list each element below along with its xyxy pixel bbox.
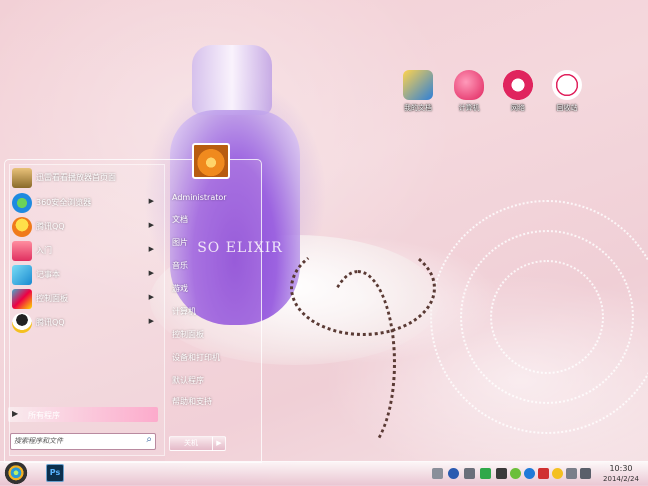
getting-started-icon (12, 241, 32, 261)
places-item-user[interactable]: Administrator (172, 193, 227, 202)
perfume-bottle-neck (192, 45, 272, 115)
clock-date: 2014/2/24 (603, 475, 639, 483)
program-label: 腾讯QQ (36, 318, 65, 327)
desktop-icon-label: 回收站 (556, 104, 578, 112)
program-item[interactable]: 迅雷看看播放器首页面 (10, 167, 158, 189)
desktop-icon-computer[interactable]: 计算机 (449, 70, 489, 113)
places-item-pictures[interactable]: 图片 (172, 237, 188, 248)
places-item-devices-printers[interactable]: 设备和打印机 (172, 352, 220, 363)
search-icon[interactable]: ⌕ (146, 434, 152, 445)
keyboard-tray-icon[interactable] (432, 468, 443, 479)
network-heart-icon (503, 70, 533, 100)
display-tray-icon[interactable] (566, 468, 577, 479)
security-tray-icon[interactable] (510, 468, 521, 479)
media-player-icon (12, 168, 32, 188)
submenu-arrow-icon[interactable]: ▶ (149, 293, 154, 301)
submenu-arrow-icon[interactable]: ▶ (149, 221, 154, 229)
search-box[interactable]: ⌕ (10, 433, 156, 450)
shutdown-options-button[interactable]: ▶ (212, 436, 226, 451)
desktop-icon-label: 网络 (511, 104, 525, 112)
search-input[interactable] (14, 435, 134, 447)
program-label: 入门 (36, 246, 52, 255)
arrow-up-tray-icon[interactable] (464, 468, 475, 479)
flag-tray-icon[interactable] (538, 468, 549, 479)
photoshop-icon: Ps (49, 468, 61, 477)
lace-doily-inner (490, 260, 604, 374)
submenu-arrow-icon[interactable]: ▶ (149, 317, 154, 325)
program-item[interactable]: 记事本 ▶ (10, 264, 158, 286)
qq-icon (12, 217, 32, 237)
browser-tray-icon[interactable] (524, 468, 535, 479)
program-label: 控制面板 (36, 294, 68, 303)
notepad-icon (12, 265, 32, 285)
program-label: 记事本 (36, 270, 60, 279)
places-item-documents[interactable]: 文档 (172, 214, 188, 225)
documents-folder-icon (403, 70, 433, 100)
help-tray-icon[interactable] (448, 468, 459, 479)
network-tray-icon[interactable] (496, 468, 507, 479)
places-item-default-programs[interactable]: 默认程序 (172, 375, 204, 386)
program-item[interactable]: 腾讯QQ ▶ (10, 216, 158, 238)
desktop-icon-label: 我的文档 (404, 104, 432, 112)
arrow-right-icon: ▶ (12, 409, 19, 418)
places-item-music[interactable]: 音乐 (172, 260, 188, 271)
volume-tray-icon[interactable] (580, 468, 591, 479)
program-item[interactable]: 腾讯QQ ▶ (10, 312, 158, 334)
control-panel-icon (12, 289, 32, 309)
qq-penguin-icon (12, 313, 32, 333)
user-avatar[interactable] (192, 143, 230, 179)
submenu-arrow-icon[interactable]: ▶ (149, 269, 154, 277)
taskbar: Ps 10:30 2014/2/24 (0, 461, 648, 486)
program-item[interactable]: 360安全浏览器 ▶ (10, 192, 158, 214)
places-item-control-panel[interactable]: 控制面板 (172, 329, 204, 340)
clock-time: 10:30 (609, 464, 633, 473)
taskbar-photoshop-button[interactable]: Ps (46, 464, 64, 482)
all-programs-button[interactable]: ▶ 所有程序 (8, 407, 158, 422)
browser-icon (12, 193, 32, 213)
chain-necklace-tail (320, 270, 396, 456)
program-label: 腾讯QQ (36, 222, 65, 231)
recycle-bin-heart-icon (552, 70, 582, 100)
computer-heart-icon (454, 70, 484, 100)
places-item-help-support[interactable]: 帮助和支持 (172, 396, 212, 407)
places-item-computer[interactable]: 计算机 (172, 306, 196, 317)
places-item-games[interactable]: 游戏 (172, 283, 188, 294)
shutdown-label: 关机 (184, 439, 198, 447)
desktop-icon-recycle-bin[interactable]: 回收站 (547, 70, 587, 113)
desktop-icon-label: 计算机 (458, 104, 480, 112)
shield-tray-icon[interactable] (480, 468, 491, 479)
program-item[interactable]: 控制面板 ▶ (10, 288, 158, 310)
all-programs-label: 所有程序 (28, 411, 60, 420)
start-orb-icon[interactable] (3, 462, 29, 486)
shutdown-button[interactable]: 关机 (169, 436, 213, 451)
program-label: 迅雷看看播放器首页面 (36, 173, 116, 182)
submenu-arrow-icon[interactable]: ▶ (149, 197, 154, 205)
qq-tray-icon[interactable] (552, 468, 563, 479)
submenu-arrow-icon[interactable]: ▶ (149, 245, 154, 253)
desktop-icon-documents[interactable]: 我的文档 (398, 70, 438, 113)
program-label: 360安全浏览器 (36, 198, 92, 207)
desktop-icon-network[interactable]: 网络 (498, 70, 538, 113)
clock[interactable]: 10:30 2014/2/24 (598, 464, 644, 484)
program-item[interactable]: 入门 ▶ (10, 240, 158, 262)
